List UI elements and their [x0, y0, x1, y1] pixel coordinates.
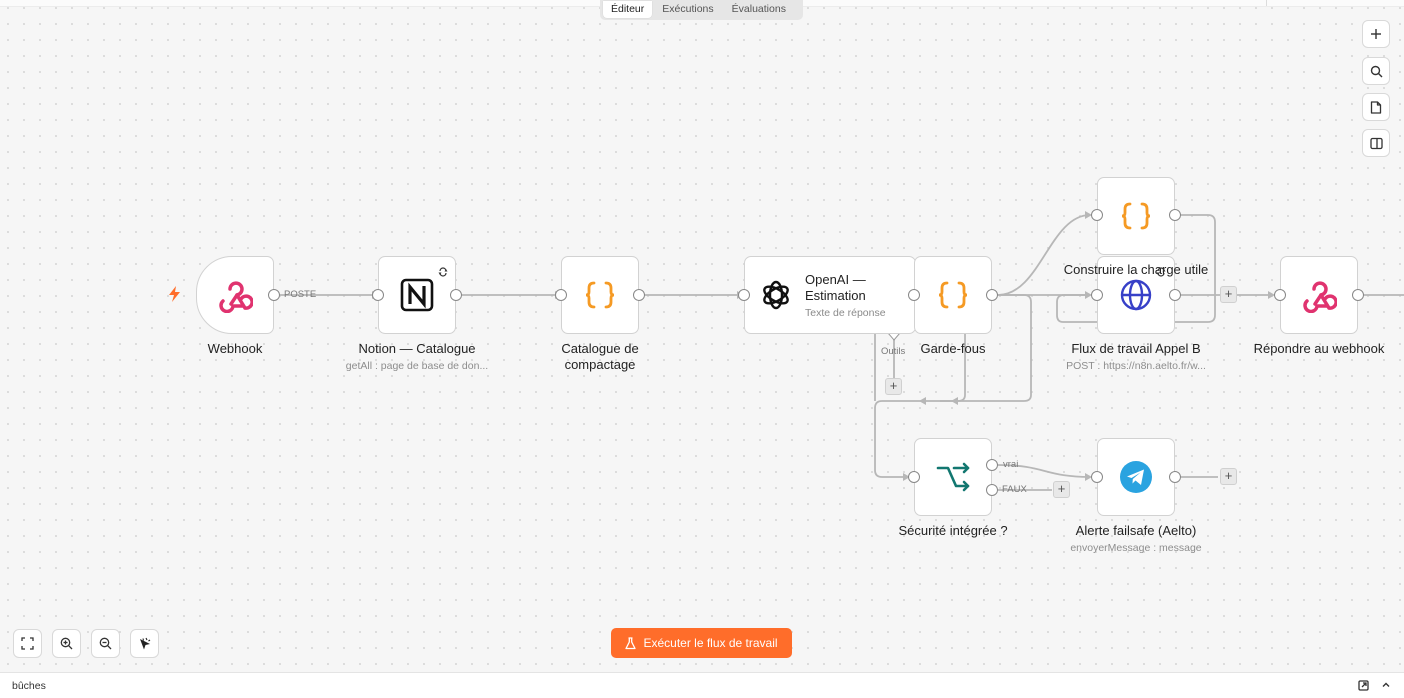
call-workflow-b-sublabel: POST : https://n8n.aelto.fr/w... — [1066, 360, 1206, 372]
catalog-label-line2: compactage — [564, 357, 636, 372]
fit-view-button[interactable] — [13, 629, 42, 658]
respond-webhook-label: Répondre au webhook — [1253, 341, 1385, 356]
build-payload-node[interactable] — [1097, 177, 1175, 255]
call-workflow-b-label: Flux de travail Appel B — [1071, 341, 1201, 356]
webhook-label: Webhook — [207, 341, 263, 356]
output-port[interactable] — [268, 289, 280, 301]
output-port[interactable] — [1169, 471, 1181, 483]
respond-webhook-node[interactable] — [1280, 256, 1358, 334]
branch-router-icon — [933, 457, 973, 497]
add-node-button[interactable]: + — [1220, 468, 1237, 485]
fit-view-icon — [21, 637, 34, 650]
input-port[interactable] — [1091, 209, 1103, 221]
sticky-note-icon — [1370, 100, 1382, 114]
output-port[interactable] — [450, 289, 462, 301]
true-edge-label: vrai — [1003, 459, 1019, 470]
notion-label: Notion — Catalogue — [358, 341, 476, 356]
execute-workflow-label: Exécuter le flux de travail — [643, 636, 778, 650]
trigger-bolt-icon — [168, 286, 182, 302]
input-port[interactable] — [1091, 471, 1103, 483]
search-nodes-button[interactable] — [1362, 57, 1390, 85]
input-port[interactable] — [1091, 289, 1103, 301]
globe-icon — [1116, 275, 1156, 315]
sync-icon — [438, 264, 448, 282]
catalog-code-node[interactable] — [561, 256, 639, 334]
plus-icon — [1371, 29, 1381, 39]
tools-edge-label: Outils — [881, 346, 906, 357]
openai-icon — [759, 275, 793, 315]
catalog-label: Catalogue de compactage — [530, 341, 670, 373]
post-edge-label: POSTE — [284, 289, 317, 300]
tidy-up-button[interactable] — [130, 629, 159, 658]
zoom-in-icon — [60, 637, 73, 650]
output-port[interactable] — [1169, 209, 1181, 221]
webhook-node[interactable] — [196, 256, 274, 334]
notion-icon — [397, 275, 437, 315]
guardrails-label: Garde-fous — [920, 341, 986, 356]
code-braces-icon — [580, 275, 620, 315]
open-external-icon[interactable] — [1357, 679, 1369, 691]
catalog-label-line1: Catalogue de — [561, 341, 639, 356]
guardrails-node[interactable] — [914, 256, 992, 334]
toggle-panel-button[interactable] — [1362, 129, 1390, 157]
output-port[interactable] — [633, 289, 645, 301]
security-label: Sécurité intégrée ? — [898, 523, 1008, 538]
security-if-node[interactable] — [914, 438, 992, 516]
code-braces-icon — [933, 275, 973, 315]
true-output-port[interactable] — [986, 459, 998, 471]
input-port[interactable] — [555, 289, 567, 301]
input-port[interactable] — [908, 289, 920, 301]
input-port[interactable] — [372, 289, 384, 301]
openai-title-line1: OpenAI — — [805, 271, 866, 287]
failsafe-alert-sublabel: envoyerMessage : message — [1070, 542, 1202, 554]
notion-sublabel: getAll : page de base de don... — [345, 360, 489, 372]
zoom-in-button[interactable] — [52, 629, 81, 658]
logs-bar[interactable]: bûches — [0, 672, 1404, 698]
notion-node[interactable] — [378, 256, 456, 334]
openai-title-line2: Estimation — [805, 287, 866, 303]
add-sticky-note-button[interactable] — [1362, 93, 1390, 121]
panel-icon — [1369, 137, 1383, 149]
telegram-icon — [1116, 457, 1156, 497]
openai-subtitle: Texte de réponse — [805, 306, 886, 319]
add-tool-button[interactable]: + — [885, 378, 902, 395]
flask-icon — [625, 636, 637, 649]
logs-label: bûches — [12, 680, 46, 692]
sync-icon — [1156, 264, 1166, 282]
input-port[interactable] — [908, 471, 920, 483]
execute-workflow-button[interactable]: Exécuter le flux de travail — [611, 628, 792, 658]
webhook-icon — [1299, 275, 1339, 315]
input-port[interactable] — [738, 289, 750, 301]
add-node-button[interactable]: + — [1053, 481, 1070, 498]
output-port[interactable] — [1169, 289, 1181, 301]
false-output-port[interactable] — [986, 484, 998, 496]
failsafe-alert-node[interactable] — [1097, 438, 1175, 516]
chevron-up-icon[interactable] — [1380, 679, 1392, 691]
output-port[interactable] — [986, 289, 998, 301]
failsafe-alert-label: Alerte failsafe (Aelto) — [1075, 523, 1197, 538]
build-payload-label: Construire la charge utile — [1063, 262, 1209, 277]
zoom-out-button[interactable] — [91, 629, 120, 658]
false-edge-label: FAUX — [1002, 484, 1027, 495]
zoom-out-icon — [99, 637, 112, 650]
webhook-icon — [215, 275, 255, 315]
search-icon — [1370, 65, 1382, 77]
openai-node[interactable]: OpenAI — Estimation Texte de réponse — [744, 256, 916, 334]
code-braces-icon — [1116, 196, 1156, 236]
add-node-panel-button[interactable] — [1362, 20, 1390, 48]
tidy-up-icon — [139, 637, 150, 649]
output-port[interactable] — [1352, 289, 1364, 301]
input-port[interactable] — [1274, 289, 1286, 301]
add-node-button[interactable]: + — [1220, 286, 1237, 303]
